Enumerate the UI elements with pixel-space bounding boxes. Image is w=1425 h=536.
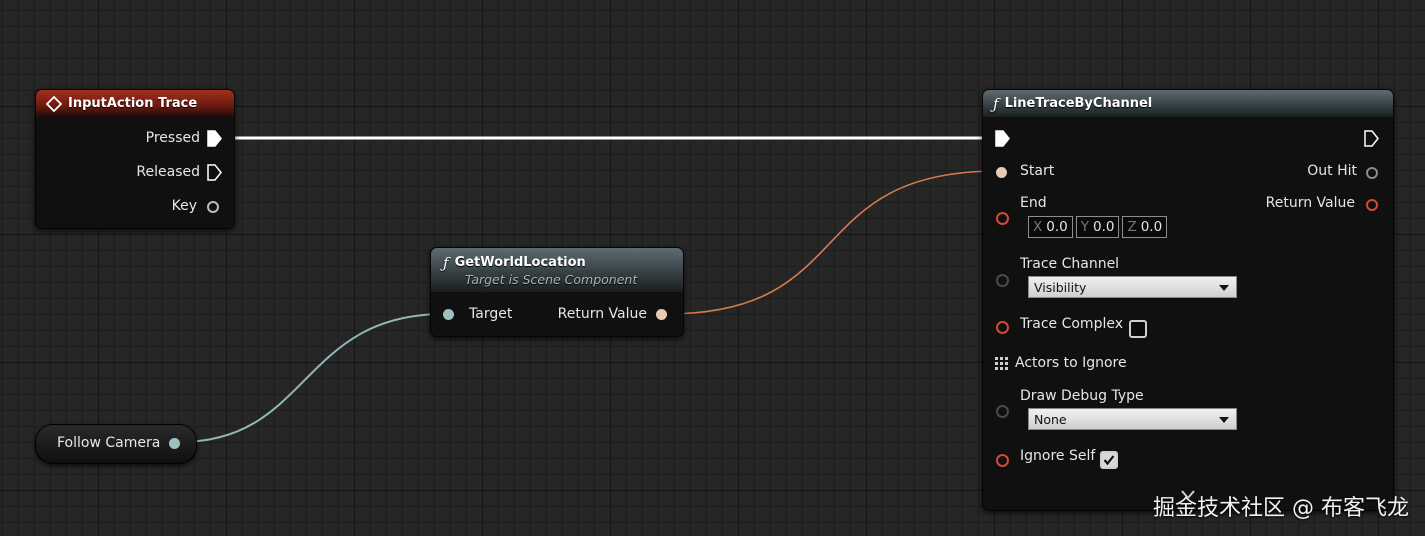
function-f-icon: ƒ bbox=[443, 253, 449, 272]
key-label: Key bbox=[171, 198, 197, 214]
grid-icon[interactable] bbox=[995, 357, 1009, 371]
object-wire bbox=[179, 313, 445, 443]
trace-complex-label: Trace Complex bbox=[1020, 316, 1123, 332]
ignore-self-checkbox[interactable] bbox=[1100, 451, 1118, 469]
start-pin[interactable] bbox=[996, 167, 1007, 178]
end-label: End bbox=[1020, 195, 1047, 211]
diamond-icon bbox=[46, 95, 62, 112]
input-action-node[interactable]: InputAction Trace Pressed Released Key bbox=[35, 89, 235, 229]
key-pin[interactable] bbox=[207, 201, 219, 213]
line-trace-title: LineTraceByChannel bbox=[1004, 96, 1153, 111]
ignore-self-label: Ignore Self bbox=[1020, 448, 1096, 464]
input-action-header[interactable]: InputAction Trace bbox=[36, 90, 234, 117]
ignore-self-pin[interactable] bbox=[996, 454, 1009, 467]
pressed-exec-pin[interactable] bbox=[207, 130, 222, 147]
get-world-location-node[interactable]: ƒ GetWorldLocation Target is Scene Compo… bbox=[430, 247, 684, 337]
trace-complex-checkbox[interactable] bbox=[1129, 320, 1147, 338]
trace-channel-label: Trace Channel bbox=[1020, 256, 1120, 272]
follow-camera-pin[interactable] bbox=[169, 438, 180, 449]
get-world-location-header[interactable]: ƒ GetWorldLocation Target is Scene Compo… bbox=[431, 248, 683, 292]
end-pin[interactable] bbox=[996, 212, 1009, 225]
get-world-location-title: GetWorldLocation bbox=[454, 255, 586, 270]
end-x-field[interactable]: X 0.0 bbox=[1028, 216, 1073, 238]
line-trace-header[interactable]: ƒ LineTraceByChannel bbox=[983, 90, 1393, 117]
gwl-return-value-pin[interactable] bbox=[656, 309, 667, 320]
target-label: Target bbox=[469, 306, 513, 322]
released-label: Released bbox=[136, 164, 200, 180]
chevron-down-icon bbox=[1219, 417, 1229, 423]
vector-wire bbox=[665, 170, 999, 315]
exec-out-pin[interactable] bbox=[1364, 130, 1379, 147]
end-y-field[interactable]: Y 0.0 bbox=[1075, 216, 1120, 238]
lt-return-value-label: Return Value bbox=[1265, 195, 1355, 211]
draw-debug-type-label: Draw Debug Type bbox=[1020, 388, 1144, 404]
input-action-title: InputAction Trace bbox=[68, 96, 198, 111]
lt-return-value-pin[interactable] bbox=[1366, 199, 1378, 211]
follow-camera-label: Follow Camera bbox=[57, 435, 161, 451]
draw-debug-type-dropdown[interactable]: None bbox=[1028, 408, 1237, 430]
function-f-icon: ƒ bbox=[993, 94, 999, 113]
out-hit-label: Out Hit bbox=[1307, 163, 1357, 179]
trace-channel-dropdown[interactable]: Visibility bbox=[1028, 276, 1237, 298]
watermark-text: 掘金技术社区 @ 布客飞龙 bbox=[1153, 496, 1409, 521]
actors-to-ignore-label: Actors to Ignore bbox=[1015, 355, 1127, 371]
follow-camera-node[interactable]: Follow Camera bbox=[35, 424, 197, 464]
line-trace-node[interactable]: ƒ LineTraceByChannel Start Out Hit End X… bbox=[982, 89, 1394, 511]
check-icon bbox=[1103, 455, 1115, 466]
get-world-location-subtitle: Target is Scene Component bbox=[465, 271, 638, 287]
end-z-field[interactable]: Z 0.0 bbox=[1122, 216, 1168, 238]
target-pin[interactable] bbox=[443, 309, 454, 320]
trace-complex-pin[interactable] bbox=[996, 321, 1009, 334]
chevron-down-icon bbox=[1219, 285, 1229, 291]
start-label: Start bbox=[1020, 163, 1055, 179]
pressed-label: Pressed bbox=[145, 130, 200, 146]
exec-in-pin[interactable] bbox=[995, 130, 1010, 147]
released-exec-pin[interactable] bbox=[207, 164, 222, 181]
out-hit-pin[interactable] bbox=[1366, 167, 1378, 179]
gwl-return-value-label: Return Value bbox=[557, 306, 647, 322]
end-vector-input: X 0.0 Y 0.0 Z 0.0 bbox=[1028, 216, 1168, 238]
draw-debug-type-pin[interactable] bbox=[996, 405, 1009, 418]
trace-channel-pin[interactable] bbox=[996, 274, 1009, 287]
